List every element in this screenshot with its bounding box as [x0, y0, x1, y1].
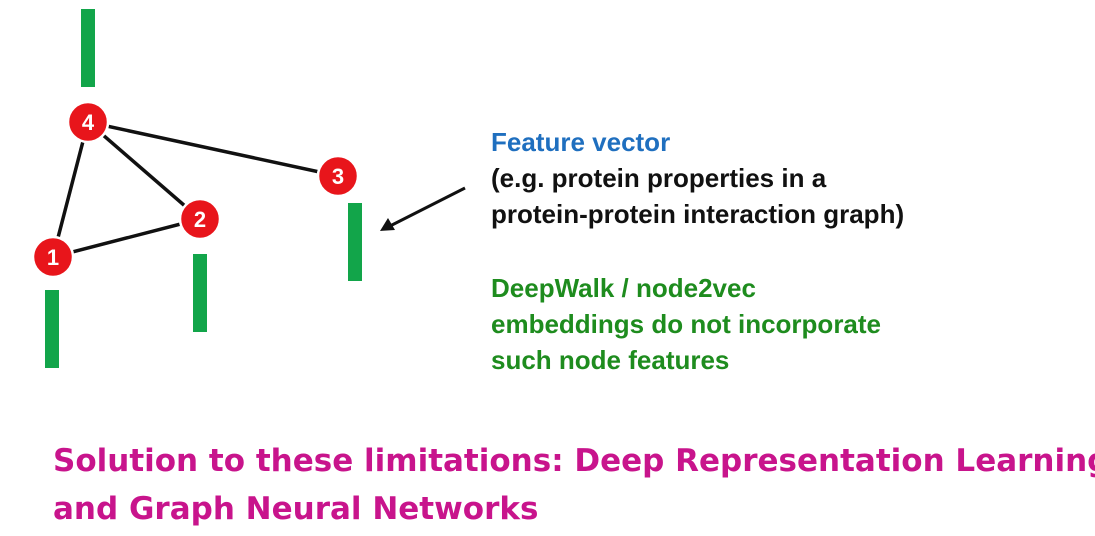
- feature-bar-node-3: [348, 203, 362, 281]
- edge-4-2: [86, 120, 202, 221]
- node-3-label: 3: [332, 164, 344, 189]
- node-4: 4: [66, 100, 110, 144]
- deepwalk-note-line-3: such node features: [491, 345, 730, 375]
- feature-bar-node-1: [45, 290, 59, 368]
- deepwalk-note-line-1: DeepWalk / node2vec: [491, 273, 756, 303]
- solution-statement-line-2: and Graph Neural Networks: [53, 491, 539, 527]
- pointer-arrow: [380, 186, 466, 231]
- deepwalk-note-line-2: embeddings do not incorporate: [491, 309, 882, 339]
- feature-bar-node-4: [81, 9, 95, 87]
- node-4-label: 4: [82, 110, 95, 135]
- feature-vector-heading: Feature vector: [491, 127, 671, 157]
- edge-1-2: [52, 217, 201, 259]
- node-2: 2: [178, 197, 222, 241]
- solution-statement-line-1: Solution to these limitations: Deep Repr…: [53, 443, 1095, 479]
- feature-vector-description-line-1: (e.g. protein properties in a: [491, 163, 827, 193]
- feature-bar-node-2: [193, 254, 207, 332]
- node-2-label: 2: [194, 207, 206, 232]
- node-1-label: 1: [47, 245, 59, 270]
- feature-vector-description-line-2: protein-protein interaction graph): [491, 199, 905, 229]
- node-3: 3: [316, 154, 360, 198]
- edge-4-3: [87, 120, 339, 178]
- node-1: 1: [31, 235, 75, 279]
